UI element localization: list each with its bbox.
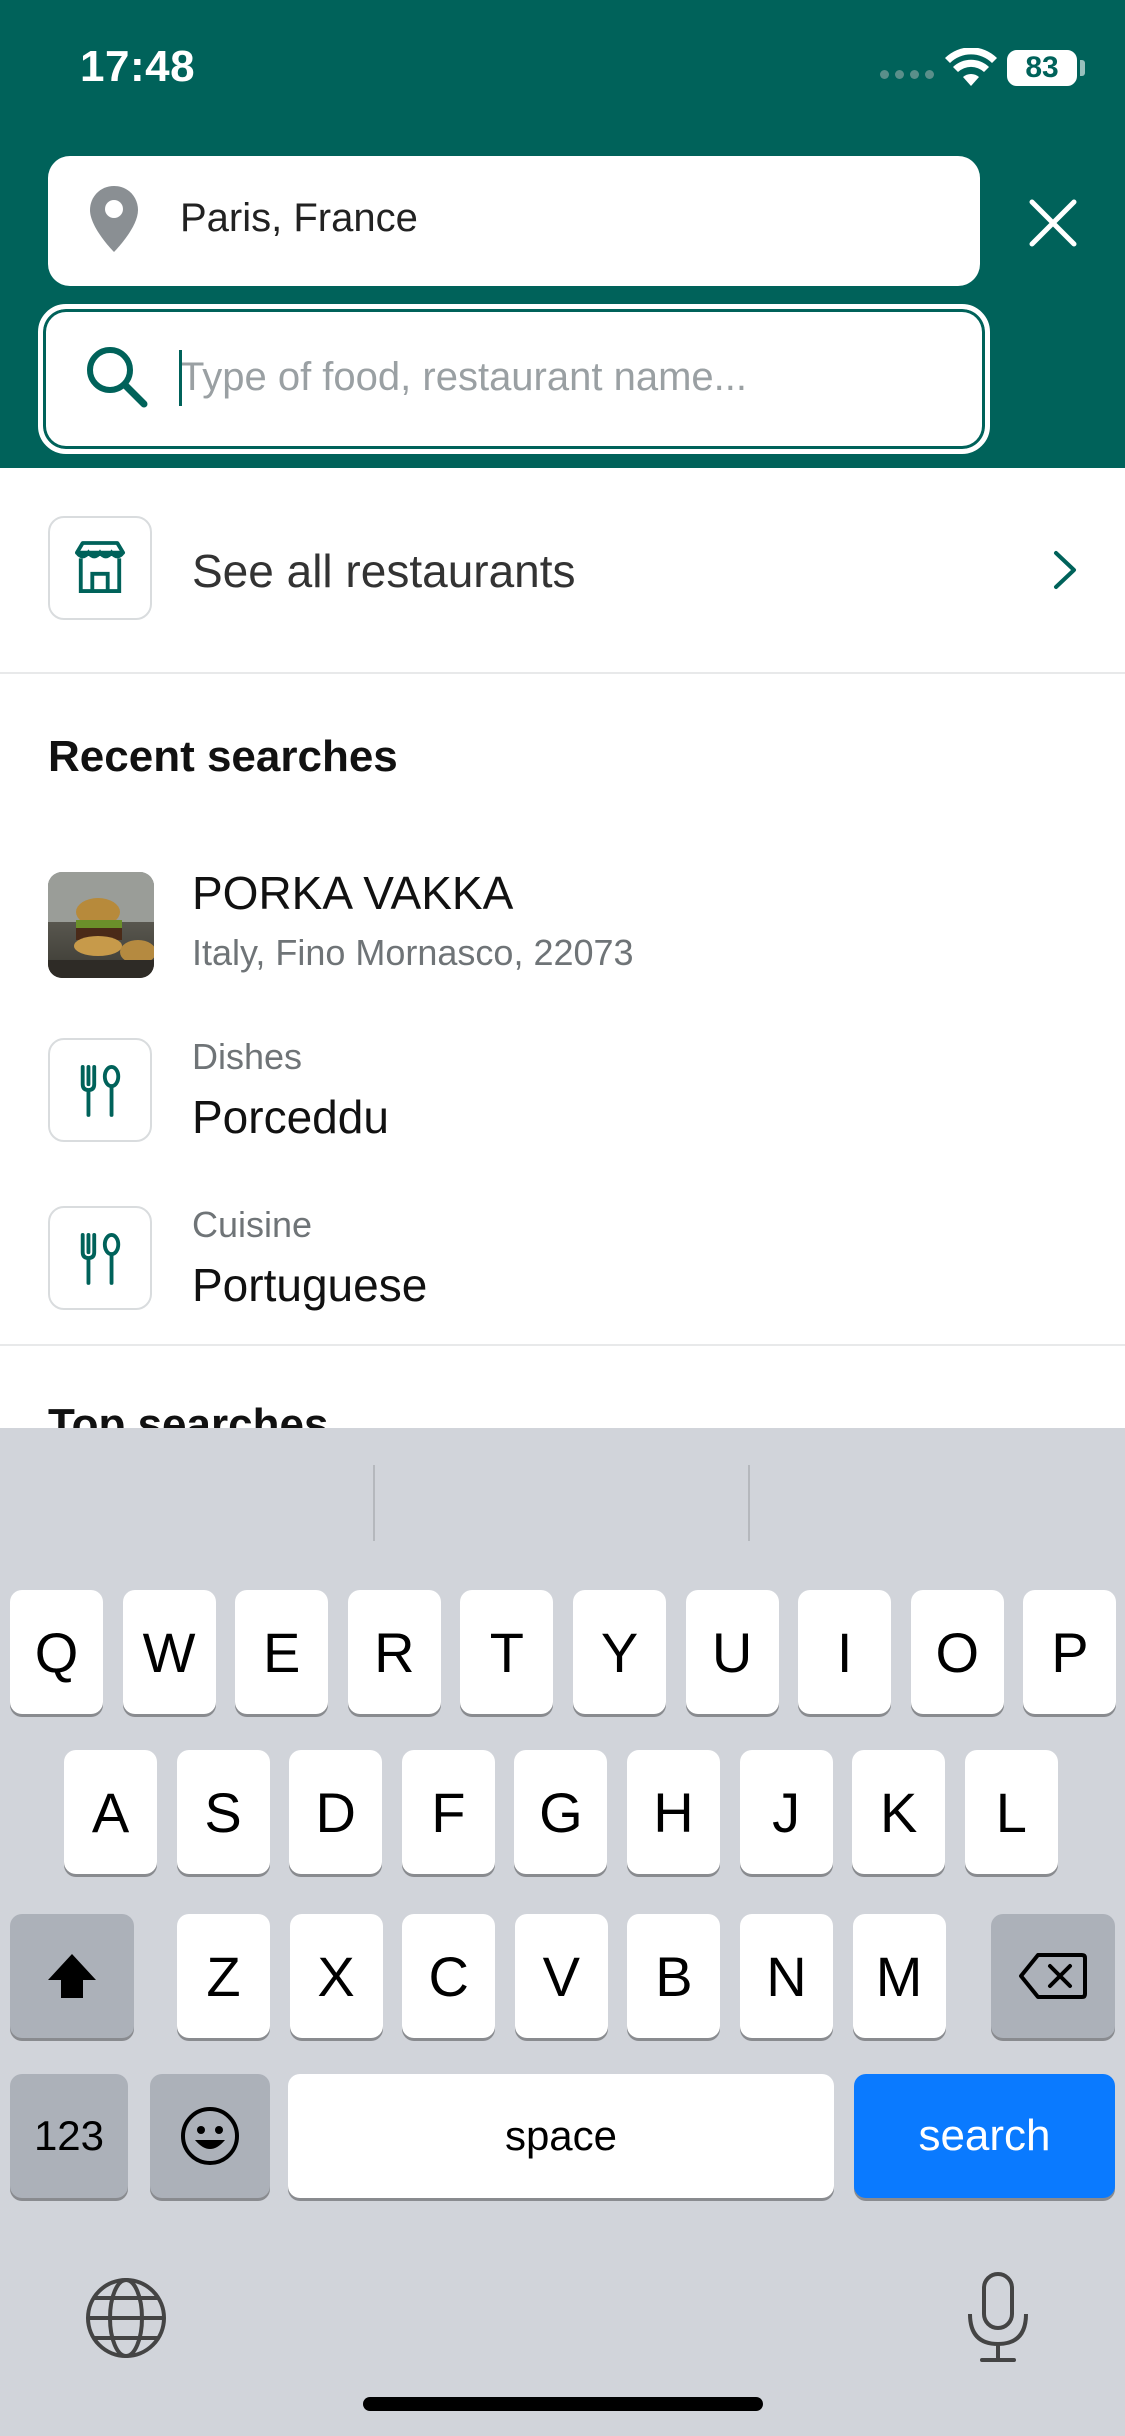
key-j[interactable]: J <box>739 1750 833 1874</box>
key-h[interactable]: H <box>627 1750 720 1874</box>
key-b[interactable]: B <box>627 1914 721 2038</box>
battery-level: 83 <box>1025 51 1059 84</box>
suggestion-divider <box>748 1465 750 1541</box>
key-z[interactable]: Z <box>177 1914 270 2038</box>
key-s[interactable]: S <box>176 1750 270 1874</box>
chevron-right-icon <box>1054 551 1076 589</box>
see-all-label: See all restaurants <box>192 545 576 597</box>
key-x[interactable]: X <box>289 1914 383 2038</box>
cutlery-icon-tile <box>48 1206 152 1310</box>
battery-tip <box>1080 60 1085 76</box>
close-icon[interactable] <box>1020 190 1086 256</box>
key-c[interactable]: C <box>402 1914 496 2038</box>
key-d[interactable]: D <box>289 1750 383 1874</box>
space-key[interactable]: space <box>288 2074 834 2198</box>
search-key[interactable]: search <box>854 2074 1115 2198</box>
key-i[interactable]: I <box>798 1590 892 1714</box>
backspace-icon <box>1019 1953 1087 1999</box>
key-p[interactable]: P <box>1023 1590 1117 1714</box>
cutlery-icon <box>80 1065 121 1117</box>
key-o[interactable]: O <box>910 1590 1004 1714</box>
key-u[interactable]: U <box>685 1590 779 1714</box>
key-a[interactable]: A <box>64 1750 157 1874</box>
recent-item-address: Italy, Fino Mornasco, 22073 <box>192 932 634 973</box>
status-time: 17:48 <box>80 42 196 91</box>
suggestion-divider <box>373 1465 375 1541</box>
store-icon <box>75 541 125 593</box>
emoji-icon <box>181 2107 239 2165</box>
cutlery-icon-tile <box>48 1038 152 1142</box>
recent-item-category: Cuisine <box>192 1204 313 1245</box>
key-l[interactable]: L <box>964 1750 1058 1874</box>
key-n[interactable]: N <box>740 1914 833 2038</box>
key-v[interactable]: V <box>514 1914 608 2038</box>
key-r[interactable]: R <box>347 1590 441 1714</box>
wifi-icon <box>945 48 997 86</box>
cellular-signal-icon <box>880 70 936 82</box>
recent-item-dish[interactable] <box>0 1020 1125 1170</box>
recent-item-title: Portuguese <box>192 1259 428 1311</box>
cutlery-icon <box>80 1233 121 1285</box>
globe-icon[interactable] <box>84 2276 168 2360</box>
recent-item-restaurant[interactable] <box>0 850 1125 1000</box>
recent-item-cuisine[interactable] <box>0 1190 1125 1340</box>
store-icon-tile <box>48 516 152 620</box>
shift-icon <box>48 1954 96 1998</box>
search-input[interactable] <box>180 344 940 410</box>
key-e[interactable]: E <box>235 1590 329 1714</box>
key-y[interactable]: Y <box>573 1590 666 1714</box>
text-caret <box>179 350 182 406</box>
location-value: Paris, France <box>180 196 418 240</box>
key-g[interactable]: G <box>514 1750 608 1874</box>
key-w[interactable]: W <box>122 1590 216 1714</box>
search-icon <box>87 347 148 408</box>
microphone-icon[interactable] <box>962 2270 1034 2366</box>
burger-image <box>48 872 154 978</box>
key-k[interactable]: K <box>852 1750 946 1874</box>
recent-searches-title: Recent searches <box>48 732 398 781</box>
home-indicator <box>363 2397 763 2411</box>
recent-item-title: PORKA VAKKA <box>192 867 514 919</box>
key-q[interactable]: Q <box>10 1590 103 1714</box>
recent-item-title: Porceddu <box>192 1091 389 1143</box>
divider <box>0 672 1125 674</box>
battery-indicator: 83 <box>1007 50 1077 86</box>
recent-item-category: Dishes <box>192 1036 303 1077</box>
location-pin-icon <box>90 186 138 252</box>
restaurant-thumbnail <box>48 872 154 978</box>
divider <box>0 1344 1125 1346</box>
key-t[interactable]: T <box>460 1590 554 1714</box>
shift-key[interactable] <box>10 1914 134 2038</box>
key-f[interactable]: F <box>401 1750 495 1874</box>
key-m[interactable]: M <box>852 1914 946 2038</box>
numbers-key[interactable]: 123 <box>10 2074 128 2198</box>
backspace-key[interactable] <box>991 1914 1115 2038</box>
emoji-key[interactable] <box>150 2074 270 2198</box>
